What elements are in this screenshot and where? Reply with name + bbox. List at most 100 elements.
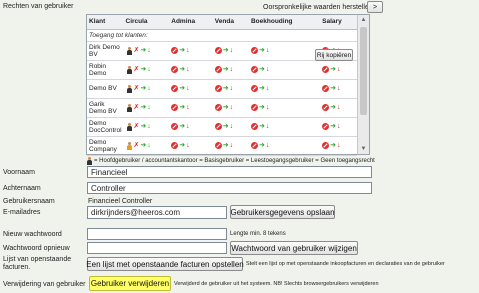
arrow-down-icon[interactable]: ↓ [266,123,270,131]
permission-cell[interactable]: ➜↓ [248,79,321,99]
permission-cell[interactable]: ➜↓ [248,136,321,156]
permission-cell[interactable]: ➜↓ [248,41,321,61]
arrow-right-icon[interactable]: ➜ [140,142,146,150]
save-user-button[interactable]: Gebruikersgegevens opslaan [230,205,335,219]
arrow-down-icon[interactable]: ↓ [230,123,234,131]
arrow-right-icon[interactable]: ➜ [179,123,185,131]
arrow-right-icon[interactable]: ➜ [223,123,229,131]
arrow-right-icon[interactable]: ➜ [330,66,336,74]
arrow-down-icon[interactable]: ↓ [186,123,190,131]
arrow-right-icon[interactable]: ➜ [259,47,265,55]
permission-cell[interactable]: ➜↓ [248,60,321,80]
scroll-up-icon[interactable]: ▲ [358,15,369,25]
permission-cell[interactable]: ✗ ➜ ↓ [123,117,170,137]
copy-row-button[interactable]: Rij kopiëren [315,49,353,61]
permission-cell[interactable]: ✗ ➜ ↓ [123,41,170,61]
arrow-right-icon[interactable]: ➜ [140,85,146,93]
arrow-down-icon[interactable]: ↓ [186,142,190,150]
scroll-thumb[interactable] [360,27,367,115]
arrow-down-icon[interactable]: ↓ [266,66,270,74]
change-password-button[interactable]: Wachtwoord van gebruiker wijzigen [230,241,358,255]
permission-cell[interactable]: ➜↓ [212,41,249,61]
arrow-right-icon[interactable]: ➜ [179,142,185,150]
arrow-down-icon[interactable]: ↓ [147,142,151,150]
permission-cell[interactable]: ➜↓ [248,117,321,137]
arrow-down-icon[interactable]: ↓ [266,104,270,112]
scroll-down-icon[interactable]: ▼ [358,144,369,154]
email-input[interactable]: dirkrijnders@heeros.com [87,206,227,219]
arrow-right-icon[interactable]: ➜ [140,47,146,55]
permission-cell[interactable]: ➜↓ [212,79,249,99]
delete-user-button[interactable]: Gebruiker verwijderen [89,276,171,291]
arrow-down-icon[interactable]: ↓ [230,142,234,150]
permission-cell[interactable]: ➜↓ [169,136,213,156]
arrow-right-icon[interactable]: ➜ [259,85,265,93]
arrow-down-icon[interactable]: ↓ [147,104,151,112]
permission-cell[interactable]: ➜↓ [320,136,357,156]
arrow-down-icon[interactable]: ↓ [266,142,270,150]
arrow-right-icon[interactable]: ➜ [259,123,265,131]
arrow-down-icon[interactable]: ↓ [186,47,190,55]
arrow-right-icon[interactable]: ➜ [330,123,336,131]
arrow-down-icon[interactable]: ↓ [230,104,234,112]
arrow-down-icon[interactable]: ↓ [337,123,341,131]
arrow-down-icon[interactable]: ↓ [230,85,234,93]
restore-defaults-button[interactable]: > [367,1,383,13]
arrow-right-icon[interactable]: ➜ [223,66,229,74]
table-scrollbar[interactable]: ▲ ▼ [357,15,369,154]
permission-cell[interactable]: ➜↓ [169,98,213,118]
arrow-down-icon[interactable]: ↓ [147,47,151,55]
new-password-input[interactable] [87,228,227,240]
permission-cell[interactable]: ➜↓ [169,41,213,61]
arrow-right-icon[interactable]: ➜ [223,142,229,150]
arrow-right-icon[interactable]: ➜ [330,104,336,112]
arrow-right-icon[interactable]: ➜ [259,142,265,150]
permission-cell[interactable]: ➜↓ [212,117,249,137]
arrow-down-icon[interactable]: ↓ [230,47,234,55]
permission-cell[interactable]: ➜↓ [169,79,213,99]
arrow-right-icon[interactable]: ➜ [140,123,146,131]
achternaam-input[interactable]: Controller [87,182,372,194]
arrow-down-icon[interactable]: ↓ [147,85,151,93]
permission-cell[interactable]: ✗ ➜ ↓ [123,136,170,156]
arrow-down-icon[interactable]: ↓ [337,142,341,150]
permission-cell[interactable]: ➜↓ [212,98,249,118]
permission-cell[interactable]: ➜↓ [169,60,213,80]
arrow-right-icon[interactable]: ➜ [259,66,265,74]
permission-cell[interactable]: ➜↓ [212,136,249,156]
arrow-right-icon[interactable]: ➜ [179,66,185,74]
permission-cell[interactable]: ➜↓ [212,60,249,80]
arrow-right-icon[interactable]: ➜ [330,85,336,93]
permission-cell[interactable]: ✗ ➜ ↓ [123,60,170,80]
open-invoices-button[interactable]: Een lijst met openstaande facturen opste… [86,257,244,271]
permission-cell[interactable]: ➜↓ [320,60,357,80]
arrow-down-icon[interactable]: ↓ [337,66,341,74]
arrow-down-icon[interactable]: ↓ [186,85,190,93]
arrow-right-icon[interactable]: ➜ [179,85,185,93]
permission-cell[interactable]: ✗ ➜ ↓ [123,98,170,118]
arrow-down-icon[interactable]: ↓ [337,104,341,112]
arrow-right-icon[interactable]: ➜ [140,66,146,74]
arrow-down-icon[interactable]: ↓ [147,66,151,74]
arrow-right-icon[interactable]: ➜ [223,104,229,112]
permission-cell[interactable]: ✗ ➜ ↓ [123,79,170,99]
arrow-right-icon[interactable]: ➜ [179,47,185,55]
arrow-right-icon[interactable]: ➜ [259,104,265,112]
arrow-down-icon[interactable]: ↓ [266,47,270,55]
repeat-password-input[interactable] [87,242,227,254]
arrow-right-icon[interactable]: ➜ [140,104,146,112]
arrow-down-icon[interactable]: ↓ [147,123,151,131]
arrow-right-icon[interactable]: ➜ [223,47,229,55]
arrow-right-icon[interactable]: ➜ [223,85,229,93]
arrow-right-icon[interactable]: ➜ [179,104,185,112]
arrow-down-icon[interactable]: ↓ [186,104,190,112]
permission-cell[interactable]: ➜↓ [320,79,357,99]
permission-cell[interactable]: ➜↓ [320,98,357,118]
permission-cell[interactable]: ➜↓ [169,117,213,137]
arrow-down-icon[interactable]: ↓ [337,85,341,93]
arrow-down-icon[interactable]: ↓ [186,66,190,74]
voornaam-input[interactable]: Financieel [87,166,372,178]
arrow-right-icon[interactable]: ➜ [330,142,336,150]
permission-cell[interactable]: ➜↓ [320,117,357,137]
permission-cell[interactable]: ➜↓ [248,98,321,118]
